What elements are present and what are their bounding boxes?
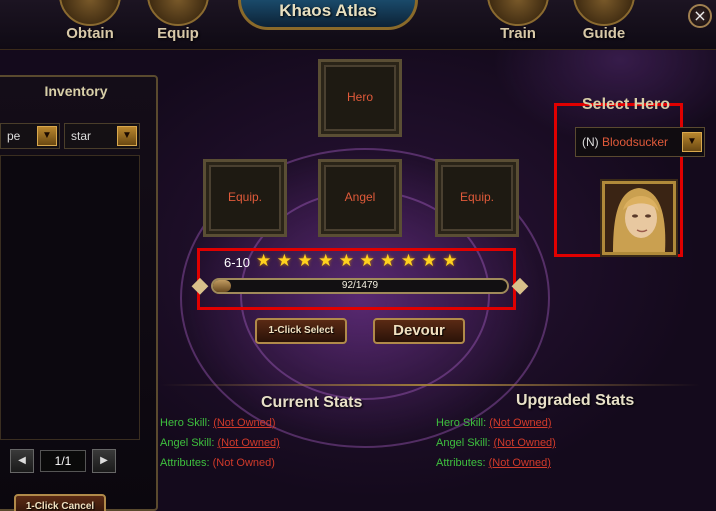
next-page-icon[interactable]: ▶ — [92, 449, 116, 473]
current-hero-skill-label: Hero Skill: — [160, 417, 211, 429]
page-title: Khaos Atlas — [279, 1, 377, 20]
current-angel-skill-value[interactable]: (Not Owned) — [217, 437, 279, 449]
star-icon: ★ — [318, 251, 334, 271]
equip-slot-left-label: Equip. — [227, 190, 263, 204]
current-hero-skill: Hero Skill: (Not Owned) — [160, 417, 276, 429]
upgraded-attributes: Attributes: (Not Owned) — [436, 457, 551, 469]
nav-guide-label: Guide — [582, 25, 626, 42]
inventory-panel: Inventory pe ▼ star ▼ ◀ 1/1 ▶ — [0, 75, 158, 511]
star-icon: ★ — [338, 251, 354, 271]
angel-slot[interactable]: Angel — [318, 159, 402, 237]
progress-text: 92/1479 — [341, 280, 379, 291]
star-filter-value: star — [71, 129, 92, 143]
angel-slot-label: Angel — [344, 190, 376, 204]
chevron-down-icon[interactable]: ▼ — [37, 126, 57, 146]
current-angel-skill: Angel Skill: (Not Owned) — [160, 437, 280, 449]
devour-button[interactable]: Devour — [373, 318, 465, 344]
prev-page-icon[interactable]: ◀ — [10, 449, 34, 473]
type-filter-dropdown[interactable]: pe ▼ — [0, 123, 60, 149]
hero-slot-label: Hero — [346, 90, 373, 104]
equip-slot-right-label: Equip. — [459, 190, 495, 204]
current-attributes: Attributes: (Not Owned) — [160, 457, 275, 469]
nav-guide[interactable]: Guide — [573, 0, 635, 50]
upgraded-angel-skill-label: Angel Skill: — [436, 437, 491, 449]
chevron-down-icon[interactable]: ▼ — [682, 132, 702, 152]
train-icon — [487, 0, 549, 26]
page-title-plate: Khaos Atlas — [238, 0, 418, 30]
equip-slot-left[interactable]: Equip. — [203, 159, 287, 237]
inventory-grid — [0, 155, 140, 440]
star-icon: ★ — [442, 251, 458, 271]
star-icon: ★ — [380, 251, 396, 271]
hero-select-dropdown[interactable]: (N) Bloodsucker ▼ — [575, 127, 705, 157]
nav-equip-label: Equip — [157, 25, 199, 42]
star-range-label: 6-10 — [224, 255, 251, 270]
guide-icon — [573, 0, 635, 26]
nav-obtain[interactable]: Obtain — [58, 0, 122, 50]
equip-slot-right[interactable]: Equip. — [435, 159, 519, 237]
upgraded-attributes-value[interactable]: (Not Owned) — [489, 457, 551, 469]
current-angel-skill-label: Angel Skill: — [160, 437, 215, 449]
current-attributes-value: (Not Owned) — [212, 457, 275, 469]
upgraded-hero-skill: Hero Skill: (Not Owned) — [436, 417, 552, 429]
upgraded-angel-skill: Angel Skill: (Not Owned) — [436, 437, 556, 449]
star-icon: ★ — [297, 251, 313, 271]
progress-track: 92/1479 — [211, 278, 509, 294]
upgraded-hero-skill-value[interactable]: (Not Owned) — [489, 417, 551, 429]
devour-progress: ◆ 92/1479 ◆ — [187, 273, 533, 299]
star-icon: ★ — [421, 251, 437, 271]
one-click-cancel-button[interactable]: 1-Click Cancel — [14, 494, 106, 511]
upgraded-hero-skill-label: Hero Skill: — [436, 417, 487, 429]
star-filter-dropdown[interactable]: star ▼ — [64, 123, 140, 149]
hero-slot[interactable]: Hero — [318, 59, 402, 137]
bar-right-cap-icon: ◆ — [511, 273, 529, 298]
nav-train[interactable]: Train — [487, 0, 549, 50]
star-icon: ★ — [359, 251, 375, 271]
type-filter-value: pe — [7, 129, 21, 143]
hero-rarity: (N) — [582, 135, 599, 149]
top-bar: Obtain Equip Khaos Atlas Train Guide × — [0, 0, 716, 50]
hero-name: Bloodsucker — [602, 135, 669, 149]
star-rating: ★ ★ ★ ★ ★ ★ ★ ★ ★ ★ — [256, 251, 463, 271]
one-click-select-button[interactable]: 1-Click Select — [255, 318, 347, 344]
star-icon: ★ — [400, 251, 417, 271]
star-icon: ★ — [256, 251, 272, 271]
upgraded-angel-skill-value[interactable]: (Not Owned) — [493, 437, 555, 449]
equip-icon — [147, 0, 209, 26]
chevron-down-icon[interactable]: ▼ — [117, 126, 137, 146]
inventory-title: Inventory — [44, 83, 108, 99]
select-hero-title: Select Hero — [582, 96, 671, 113]
hero-portrait[interactable] — [602, 181, 676, 255]
hero-avatar-icon — [605, 184, 673, 252]
bar-left-cap-icon: ◆ — [191, 273, 209, 298]
nav-equip[interactable]: Equip — [147, 0, 209, 50]
current-stats-title: Current Stats — [261, 394, 363, 411]
current-attributes-label: Attributes: — [160, 457, 210, 469]
page-indicator: 1/1 — [40, 450, 86, 472]
nav-train-label: Train — [500, 25, 536, 42]
upgraded-attributes-label: Attributes: — [436, 457, 486, 469]
upgraded-stats-title: Upgraded Stats — [516, 392, 635, 409]
star-icon: ★ — [276, 251, 292, 271]
obtain-icon — [59, 0, 121, 26]
nav-obtain-label: Obtain — [66, 25, 114, 42]
close-icon[interactable]: × — [688, 4, 712, 28]
current-hero-skill-value[interactable]: (Not Owned) — [213, 417, 275, 429]
stats-divider — [160, 384, 700, 386]
